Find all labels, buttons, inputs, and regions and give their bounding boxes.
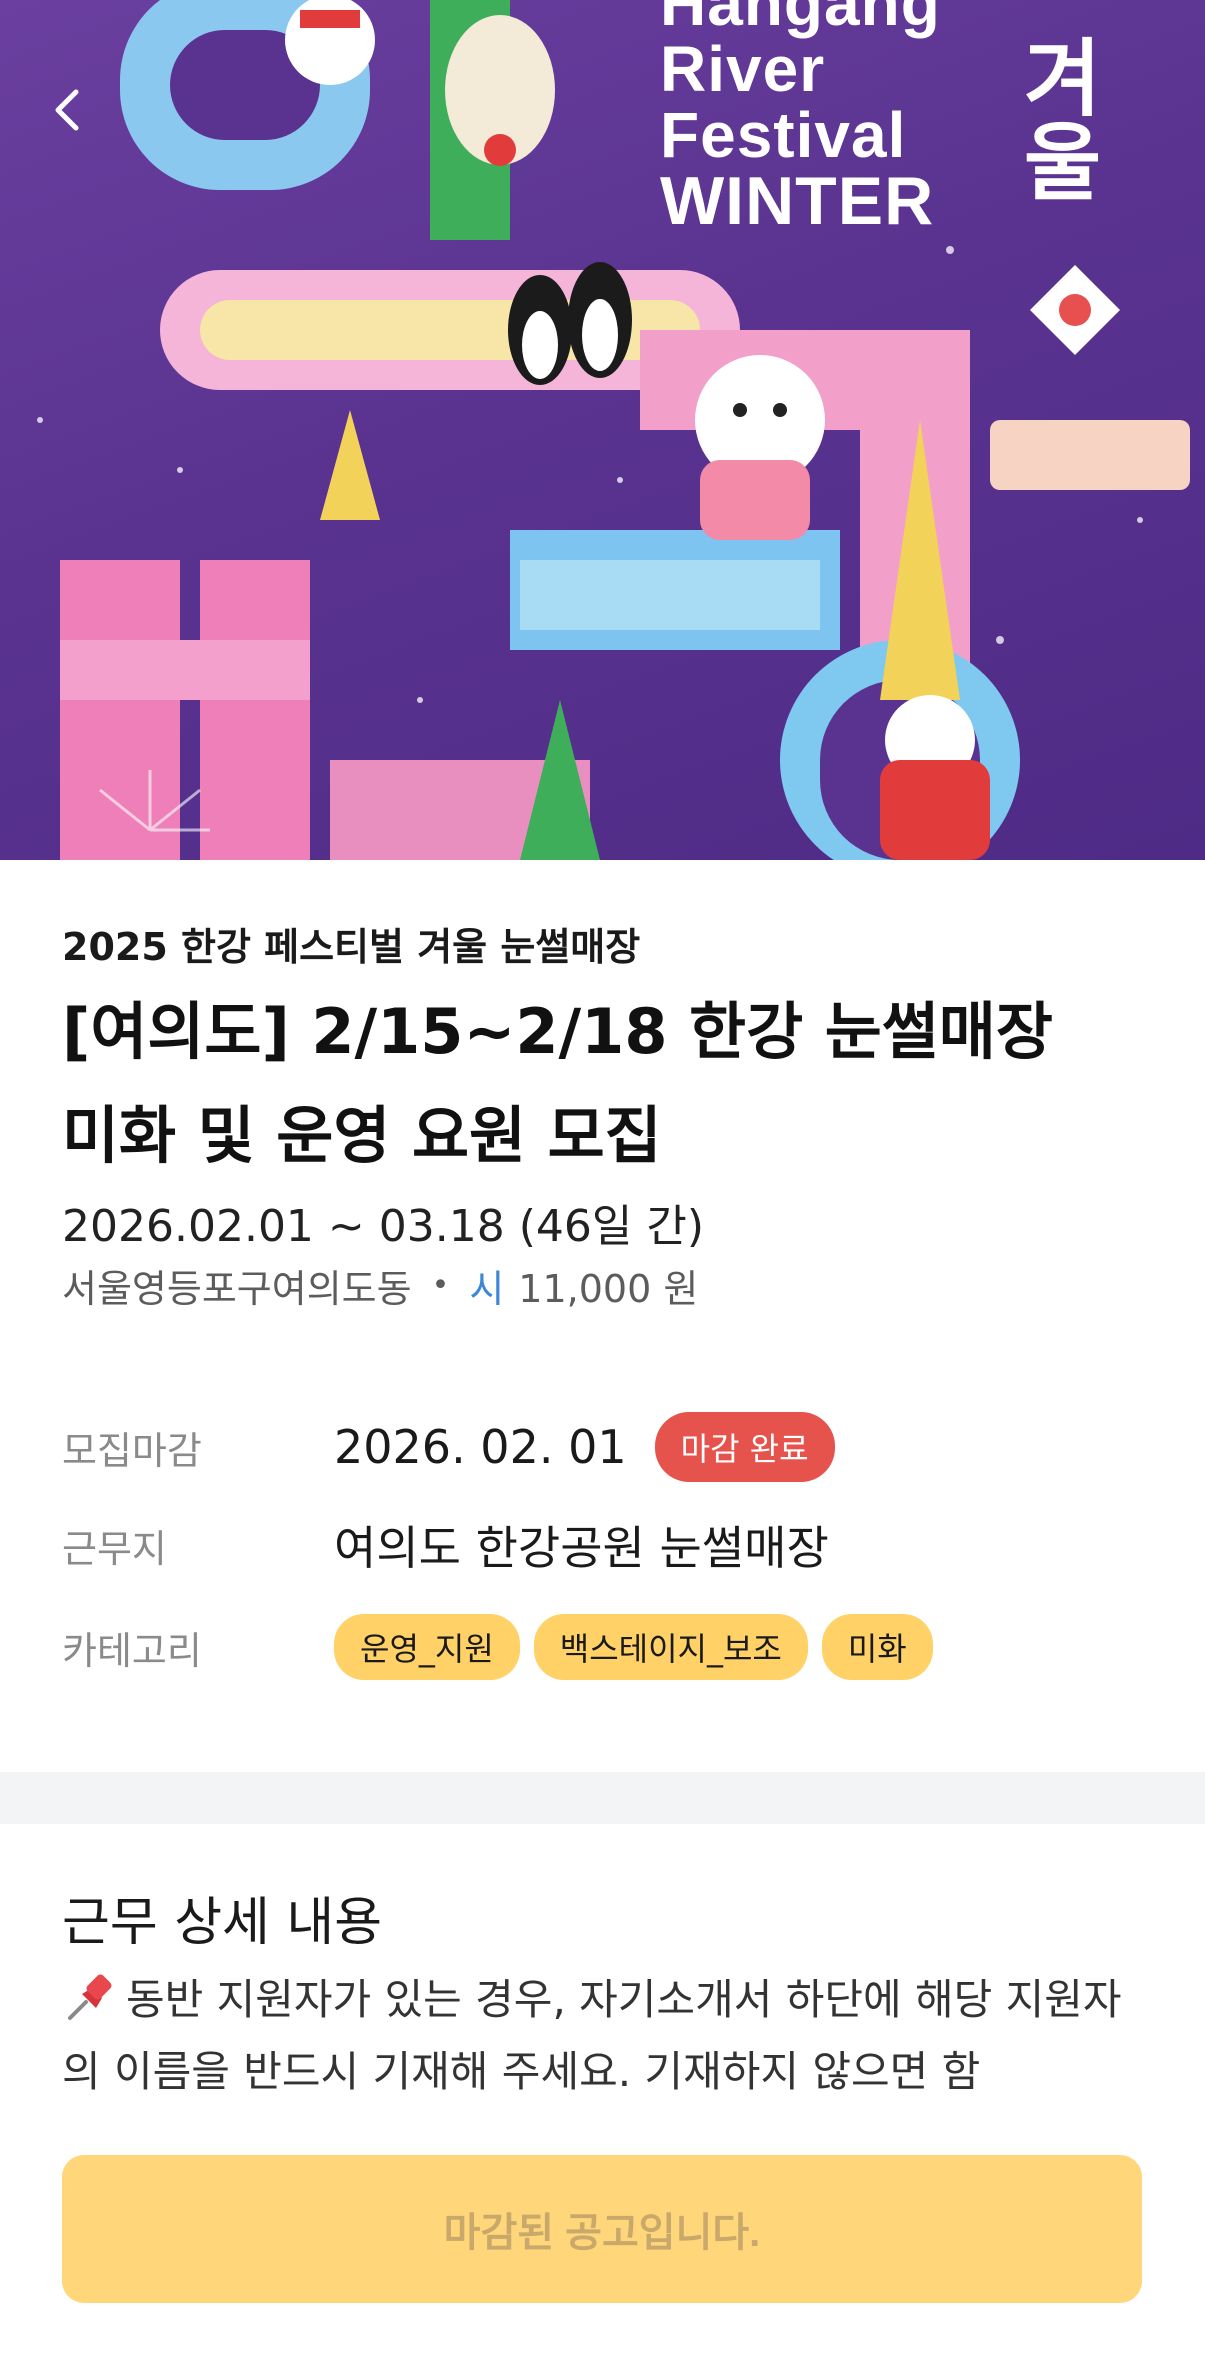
section-title: 근무 상세 내용: [62, 1893, 383, 1953]
poster-line-3: Festival: [660, 99, 907, 171]
location-wage-line: 서울영등포구여의도동 • 시 11,000 원: [62, 1258, 698, 1313]
work-period: 2026.02.01 ~ 03.18 (46일 간): [62, 1201, 704, 1252]
location-text: 서울영등포구여의도동: [62, 1267, 412, 1311]
workplace-row: 근무지 여의도 한강공원 눈썰매장: [62, 1510, 829, 1580]
category-chip: 운영_지원: [334, 1614, 520, 1680]
wage-unit: 시: [469, 1267, 505, 1311]
work-detail-text[interactable]: 동반 지원자가 있는 경우, 자기소개서 하단에 해당 지원자의 이름을 반드시…: [62, 1964, 1142, 2112]
separator-dot: •: [431, 1268, 450, 1303]
deadline-label: 모집마감: [62, 1428, 202, 1473]
workplace-value: 여의도 한강공원 눈썰매장: [334, 1521, 829, 1575]
poster-line-1: Hangang: [660, 0, 941, 39]
festival-name: 2025 한강 페스티벌 겨울 눈썰매장: [62, 925, 641, 969]
deadline-value: 2026. 02. 01: [334, 1420, 627, 1474]
category-chip: 미화: [821, 1614, 933, 1680]
work-detail-body: 동반 지원자가 있는 경우, 자기소개서 하단에 해당 지원자의 이름을 반드시…: [62, 1975, 1122, 2096]
category-label: 카테고리: [62, 1628, 202, 1673]
poster-title-english: Hangang River Festival WINTER: [660, 0, 941, 239]
back-button[interactable]: [48, 86, 108, 146]
chevron-left-icon: [55, 89, 79, 131]
category-row: 카테고리 운영_지원 백스테이지_보조 미화: [62, 1612, 933, 1682]
job-title: [여의도] 2/15~2/18 한강 눈썰매장 미화 및 운영 요원 모집: [62, 995, 1053, 1172]
pushpin-icon: [68, 1974, 112, 2020]
poster-line-4: WINTER: [660, 163, 935, 239]
poster-title-korean: 겨울: [1007, 34, 1105, 202]
wage-amount: 11,000 원: [518, 1267, 699, 1311]
poster-line-2: River: [660, 33, 826, 105]
workplace-label: 근무지: [62, 1526, 167, 1571]
closed-badge: 마감 완료: [654, 1412, 835, 1482]
closed-posting-button[interactable]: 마감된 공고입니다.: [62, 2155, 1142, 2303]
section-divider: [0, 1772, 1205, 1824]
category-chip: 백스테이지_보조: [533, 1614, 808, 1680]
category-chips: 운영_지원 백스테이지_보조 미화: [334, 1614, 933, 1680]
deadline-row: 모집마감 2026. 02. 01 마감 완료: [62, 1412, 835, 1482]
festival-poster-image: Hangang River Festival WINTER 겨울: [0, 0, 1205, 860]
